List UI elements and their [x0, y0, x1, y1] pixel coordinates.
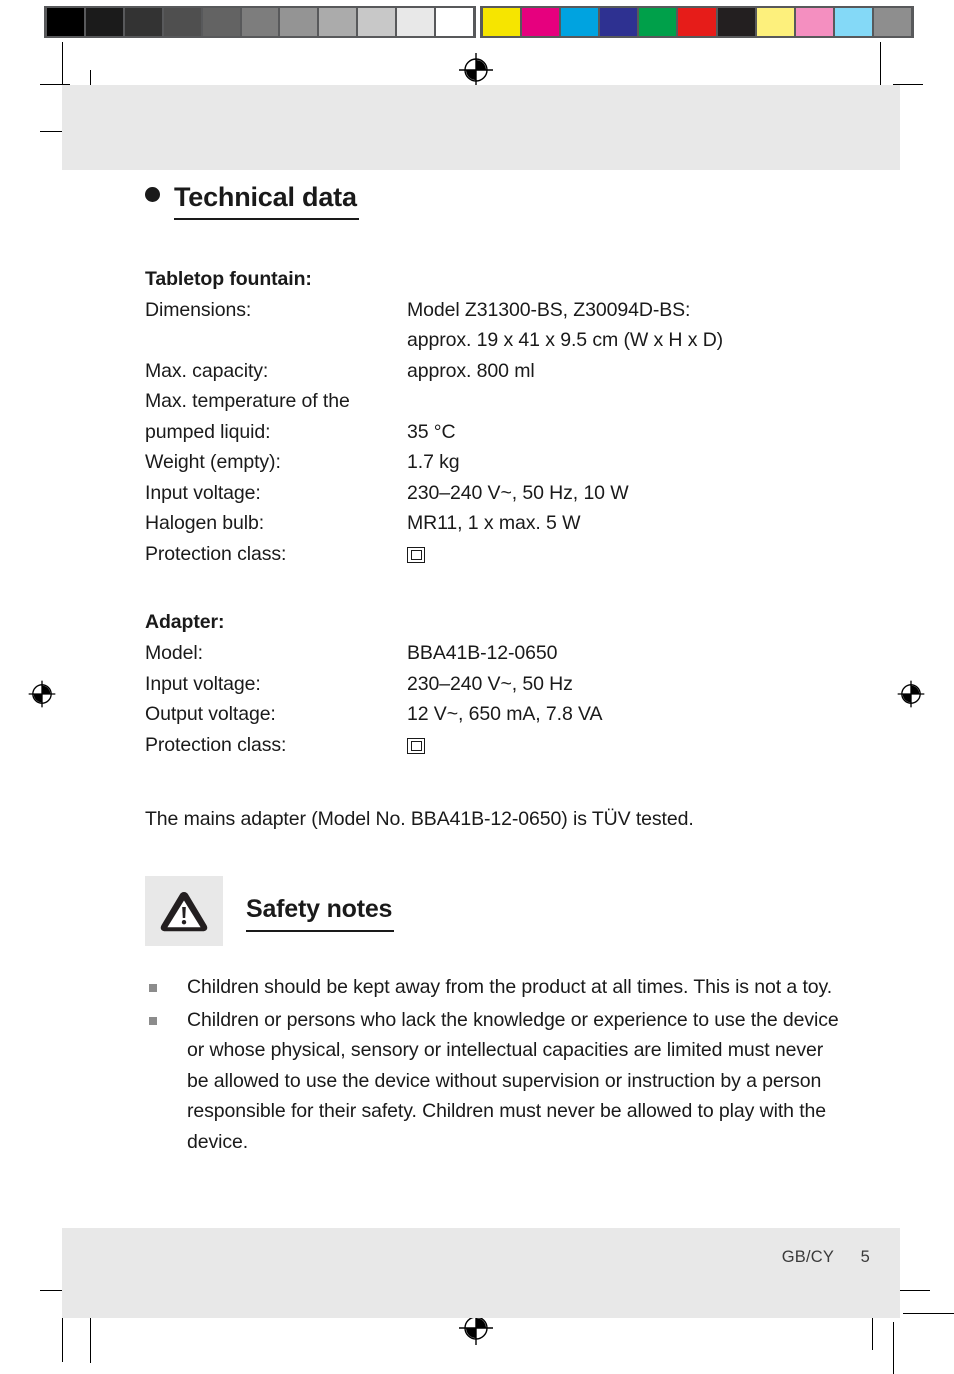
gray-square-bullet-icon [149, 1016, 157, 1025]
color-swatch-10 [873, 8, 912, 36]
registration-target-icon-left [28, 680, 56, 708]
warning-triangle-icon [160, 891, 208, 931]
page-header-band [62, 85, 900, 170]
registration-target-icon-right [897, 680, 925, 708]
page-footer-band [62, 1228, 900, 1318]
list-item: Children or persons who lack the knowled… [145, 1005, 845, 1158]
page-canvas: Technical data Tabletop fountain: Dimens… [0, 0, 954, 1374]
safety-notes-heading-row: Safety notes [145, 876, 845, 947]
page-content: Technical data Tabletop fountain: Dimens… [145, 182, 845, 1159]
grayscale-swatch-1 [85, 8, 123, 36]
crop-mark-bottom-right-outer [893, 1322, 894, 1374]
spec-label: Protection class: [145, 542, 287, 565]
grayscale-swatch-2 [124, 8, 162, 36]
spec-value: BBA41B-12-0650 [407, 642, 558, 665]
spec-value: 35 °C [407, 420, 456, 443]
grayscale-swatch-5 [241, 8, 279, 36]
color-swatch-7 [756, 8, 794, 36]
color-swatch-6 [717, 8, 755, 36]
list-item-text: Children or persons who lack the knowled… [187, 1008, 839, 1153]
warning-icon-box [145, 876, 223, 947]
list-item-text: Children should be kept away from the pr… [187, 976, 833, 999]
adapter-heading: Adapter: [145, 611, 225, 634]
registration-target-icon-top [459, 53, 493, 87]
table-row: Protection class: [145, 539, 845, 570]
footer-page-number: 5 [860, 1248, 870, 1266]
grayscale-calibration-strip [44, 6, 476, 38]
list-item: Children should be kept away from the pr… [145, 972, 845, 1003]
grayscale-swatch-9 [397, 8, 435, 36]
grayscale-swatch-6 [280, 8, 318, 36]
color-swatch-2 [561, 8, 599, 36]
table-row: Max. capacity: approx. 800 ml [145, 356, 845, 387]
section-title-row: Technical data [145, 182, 845, 220]
spec-value: 230–240 V~, 50 Hz, 10 W [407, 481, 629, 504]
spec-value [407, 539, 845, 570]
spec-value: Model Z31300-BS, Z30094D-BS: [407, 298, 691, 321]
grayscale-swatch-7 [319, 8, 357, 36]
table-row: Max. temperature of the [145, 386, 845, 417]
spec-value: 230–240 V~, 50 Hz [407, 672, 573, 695]
color-calibration-strip [480, 6, 914, 38]
tabletop-fountain-heading: Tabletop fountain: [145, 267, 312, 290]
spec-label [145, 325, 407, 356]
tuv-tested-note: The mains adapter (Model No. BBA41B-12-0… [145, 808, 694, 831]
crop-mark-right-bottom-outer [903, 1313, 954, 1314]
color-swatch-0 [483, 8, 521, 36]
spec-label: Weight (empty): [145, 451, 281, 474]
table-row: Input voltage: 230–240 V~, 50 Hz, 10 W [145, 478, 845, 509]
color-swatch-9 [834, 8, 872, 36]
grayscale-swatch-0 [47, 8, 84, 36]
gray-square-bullet-icon [149, 984, 157, 993]
tabletop-fountain-spec-table: Dimensions: Model Z31300-BS, Z30094D-BS:… [145, 295, 845, 570]
spec-label: Max. capacity: [145, 359, 269, 382]
table-row: Dimensions: Model Z31300-BS, Z30094D-BS: [145, 295, 845, 326]
table-row: Input voltage: 230–240 V~, 50 Hz [145, 669, 845, 700]
page-title: Technical data [174, 182, 359, 220]
safety-notes-title: Safety notes [246, 895, 395, 932]
filled-circle-bullet-icon [145, 187, 160, 202]
color-swatch-1 [522, 8, 560, 36]
spec-label: Dimensions: [145, 298, 252, 321]
table-row: Halogen bulb: MR11, 1 x max. 5 W [145, 508, 845, 539]
table-row: approx. 19 x 41 x 9.5 cm (W x H x D) [145, 325, 845, 356]
spec-label: pumped liquid: [145, 420, 271, 443]
spec-label: Protection class: [145, 733, 287, 756]
table-row: Protection class: [145, 730, 845, 761]
protection-class-2-icon [407, 546, 425, 563]
spec-value: approx. 19 x 41 x 9.5 cm (W x H x D) [407, 329, 724, 352]
grayscale-swatch-3 [163, 8, 201, 36]
grayscale-swatch-8 [358, 8, 396, 36]
color-swatch-8 [795, 8, 833, 36]
spec-value [407, 386, 845, 417]
spec-value: 12 V~, 650 mA, 7.8 VA [407, 703, 603, 726]
spec-label: Model: [145, 642, 203, 665]
spec-value: 1.7 kg [407, 451, 460, 474]
color-swatch-3 [600, 8, 638, 36]
spec-label: Max. temperature of the [145, 390, 350, 413]
spec-label: Halogen bulb: [145, 512, 265, 535]
footer-locale: GB/CY [781, 1248, 834, 1266]
safety-notes-list: Children should be kept away from the pr… [145, 972, 845, 1157]
adapter-spec-table: Model: BBA41B-12-0650 Input voltage: 230… [145, 638, 845, 760]
color-swatch-5 [678, 8, 716, 36]
color-swatch-4 [639, 8, 677, 36]
spec-value: approx. 800 ml [407, 359, 535, 382]
grayscale-swatch-4 [202, 8, 240, 36]
crop-mark-bottom-left-inner [90, 1315, 91, 1363]
table-row: Model: BBA41B-12-0650 [145, 638, 845, 669]
table-row: Weight (empty): 1.7 kg [145, 447, 845, 478]
grayscale-swatch-10 [436, 8, 473, 36]
protection-class-2-icon [407, 737, 425, 754]
spec-label: Output voltage: [145, 703, 276, 726]
spec-value: MR11, 1 x max. 5 W [407, 512, 581, 535]
spec-label: Input voltage: [145, 481, 261, 504]
table-row: Output voltage: 12 V~, 650 mA, 7.8 VA [145, 699, 845, 730]
footer: GB/CY 5 [62, 1248, 870, 1267]
spec-value [407, 730, 845, 761]
table-row: pumped liquid: 35 °C [145, 417, 845, 448]
spec-label: Input voltage: [145, 672, 261, 695]
